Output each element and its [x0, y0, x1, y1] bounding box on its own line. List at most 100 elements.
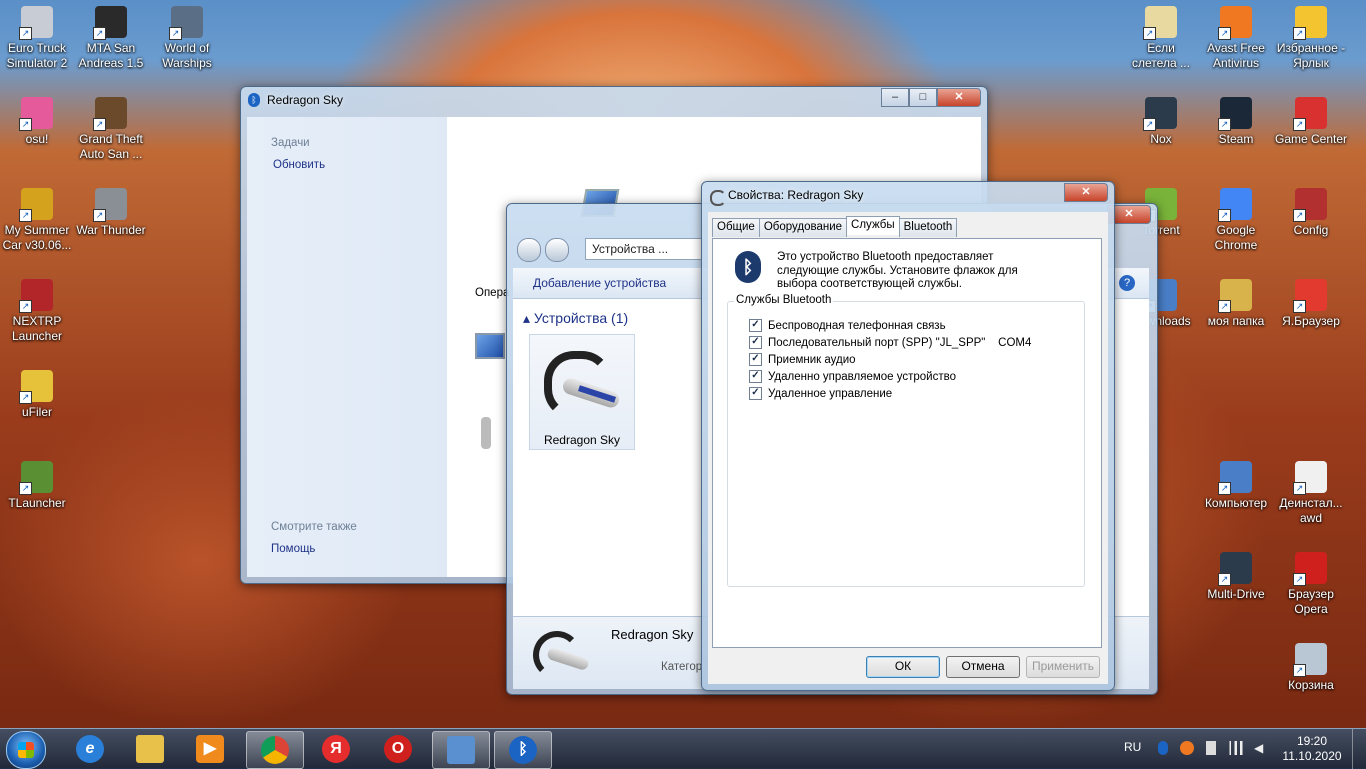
close-button[interactable]: ✕ [1064, 183, 1108, 202]
yandex-icon: Я [322, 735, 350, 763]
minimize-button[interactable]: – [881, 88, 909, 107]
service-row[interactable]: ✓ Беспроводная телефонная связь [749, 319, 946, 332]
shortcut-arrow-icon: ↗ [1218, 300, 1231, 313]
desktop-icon-3[interactable]: ↗ osu! [0, 97, 74, 147]
desktop-icon-5[interactable]: ↗ My Summer Car v30.06... [0, 188, 74, 253]
tab-strip: Общие Оборудование Службы Bluetooth [712, 216, 958, 237]
ok-button[interactable]: ОК [866, 656, 940, 678]
desktop-icon-label: моя папка [1207, 314, 1265, 328]
tasks-header: Задачи [271, 137, 310, 149]
desktop-right-icon-14[interactable]: ↗ Multi-Drive [1199, 552, 1273, 602]
window-titlebar[interactable]: ᛒ Redragon Sky – □ ✕ [241, 87, 987, 113]
service-checkbox[interactable]: ✓ [749, 319, 762, 332]
desktop-right-icon-1[interactable]: ↗ Avast Free Antivirus [1199, 6, 1273, 71]
add-device-button[interactable]: Добавление устройства [533, 276, 666, 290]
taskbar-ie[interactable]: e [62, 731, 118, 767]
taskbar-yandex[interactable]: Я [308, 731, 364, 767]
forward-button[interactable] [545, 238, 569, 262]
desktop-right-icon-3[interactable]: ↗ Nox [1124, 97, 1198, 147]
service-checkbox[interactable]: ✓ [749, 370, 762, 383]
tray-volume-icon[interactable]: ◀ [1254, 741, 1268, 755]
language-indicator[interactable]: RU [1124, 740, 1141, 754]
close-button[interactable]: ✕ [937, 88, 981, 107]
device-tile[interactable]: Redragon Sky [529, 334, 635, 450]
tab-0[interactable]: Общие [712, 218, 760, 237]
back-button[interactable] [517, 238, 541, 262]
shortcut-arrow-icon: ↗ [1218, 118, 1231, 131]
desktop-icon-2[interactable]: ↗ World of Warships [150, 6, 224, 71]
desktop-right-icon-4[interactable]: ↗ Steam [1199, 97, 1273, 147]
desktop-icon-1[interactable]: ↗ MTA San Andreas 1.5 [74, 6, 148, 71]
shortcut-icon: ↗ [19, 279, 53, 313]
taskbar-opera[interactable]: O [370, 731, 426, 767]
details-headset-icon [533, 631, 590, 679]
desktop-icon-label: Euro Truck Simulator 2 [6, 41, 68, 70]
desktop-right-icon-12[interactable]: ↗ Компьютер [1199, 461, 1273, 511]
service-checkbox[interactable]: ✓ [749, 353, 762, 366]
desktop-right-icon-0[interactable]: ↗ Если слетела ... [1124, 6, 1198, 71]
help-icon[interactable]: ? [1119, 275, 1135, 291]
desktop-icon-label: Multi-Drive [1207, 587, 1265, 601]
maximize-button[interactable]: □ [909, 88, 937, 107]
tab-1[interactable]: Оборудование [758, 218, 848, 237]
taskbar-media-player[interactable]: ▶ [182, 731, 238, 767]
address-bar[interactable]: Устройства ... [585, 238, 703, 260]
desktop-icon-label: Если слетела ... [1132, 41, 1190, 70]
help-link[interactable]: Помощь [271, 543, 315, 555]
service-row[interactable]: ✓ Удаленно управляемое устройство [749, 370, 956, 383]
desktop-right-icon-8[interactable]: ↗ Config [1274, 188, 1348, 238]
clock[interactable]: 19:20 11.10.2020 [1282, 734, 1342, 764]
desktop-right-icon-2[interactable]: ↗ Избранное - Ярлык [1274, 6, 1348, 71]
devices-group-header[interactable]: ▴ Устройства (1) [523, 310, 628, 327]
properties-dialog[interactable]: Свойства: Redragon Sky ✕ Общие Оборудован… [701, 181, 1115, 691]
desktop-icon-7[interactable]: ↗ NEXTRP Launcher [0, 279, 74, 344]
desktop-right-icon-13[interactable]: ↗ Деинстал... awd [1274, 461, 1348, 526]
show-desktop-button[interactable] [1352, 729, 1366, 769]
desktop-right-icon-11[interactable]: ↗ Я.Браузер [1274, 279, 1348, 329]
desktop-icon-9[interactable]: ↗ TLauncher [0, 461, 74, 511]
service-checkbox[interactable]: ✓ [749, 336, 762, 349]
desktop-icon-label: osu! [25, 132, 49, 146]
taskbar-chrome[interactable] [246, 731, 304, 769]
tab-3[interactable]: Bluetooth [898, 218, 958, 237]
refresh-link[interactable]: Обновить [273, 159, 325, 171]
devices-group-label: Устройства (1) [533, 310, 629, 326]
taskbar: e ▶ Я O ᛒ RU ◀ 19:20 11.10.2020 [0, 728, 1366, 769]
desktop-icon-4[interactable]: ↗ Grand Theft Auto San ... [74, 97, 148, 162]
service-row[interactable]: ✓ Приемник аудио [749, 353, 856, 366]
service-checkbox[interactable]: ✓ [749, 387, 762, 400]
shortcut-arrow-icon: ↗ [19, 482, 32, 495]
desktop-right-icon-7[interactable]: ↗ Google Chrome [1199, 188, 1273, 253]
windows-logo-icon [18, 742, 34, 758]
taskbar-explorer[interactable] [122, 731, 178, 767]
desktop-icon-label: Steam [1218, 132, 1254, 146]
tray-power-icon[interactable] [1206, 741, 1216, 755]
desktop-icon-6[interactable]: ↗ War Thunder [74, 188, 148, 238]
cancel-button[interactable]: Отмена [946, 656, 1020, 678]
desktop-right-icon-5[interactable]: ↗ Game Center [1274, 97, 1348, 147]
tray-avast-icon[interactable] [1180, 741, 1194, 755]
apply-button[interactable]: Применить [1026, 656, 1100, 678]
bluetooth-icon: ᛒ [248, 93, 260, 107]
taskbar-bluetooth[interactable]: ᛒ [494, 731, 552, 769]
address-text: Устройства ... [592, 242, 669, 256]
desktop-icon-0[interactable]: ↗ Euro Truck Simulator 2 [0, 6, 74, 71]
service-row[interactable]: ✓ Удаленное управление [749, 387, 892, 400]
desktop-right-icon-15[interactable]: ↗ Браузер Opera [1274, 552, 1348, 617]
tray-bluetooth-icon[interactable] [1158, 741, 1168, 755]
tab-2[interactable]: Службы [846, 216, 900, 235]
shortcut-arrow-icon: ↗ [1293, 118, 1306, 131]
shortcut-arrow-icon: ↗ [1293, 300, 1306, 313]
desktop-right-icon-16[interactable]: ↗ Корзина [1274, 643, 1348, 693]
service-row[interactable]: ✓ Последовательный порт (SPP) "JL_SPP" CO… [749, 336, 1031, 349]
tray-network-icon[interactable] [1228, 741, 1244, 755]
desktop-icon-label: Google Chrome [1214, 223, 1258, 252]
taskbar-devices[interactable] [432, 731, 490, 769]
start-button[interactable] [6, 731, 46, 769]
dialog-titlebar[interactable]: Свойства: Redragon Sky ✕ [702, 182, 1114, 208]
desktop-icon-label: Корзина [1288, 678, 1334, 692]
shortcut-icon: ↗ [1218, 461, 1252, 495]
desktop-icon-8[interactable]: ↗ uFiler [0, 370, 74, 420]
desktop-right-icon-10[interactable]: ↗ моя папка [1199, 279, 1273, 329]
shortcut-icon: ↗ [1218, 6, 1252, 40]
